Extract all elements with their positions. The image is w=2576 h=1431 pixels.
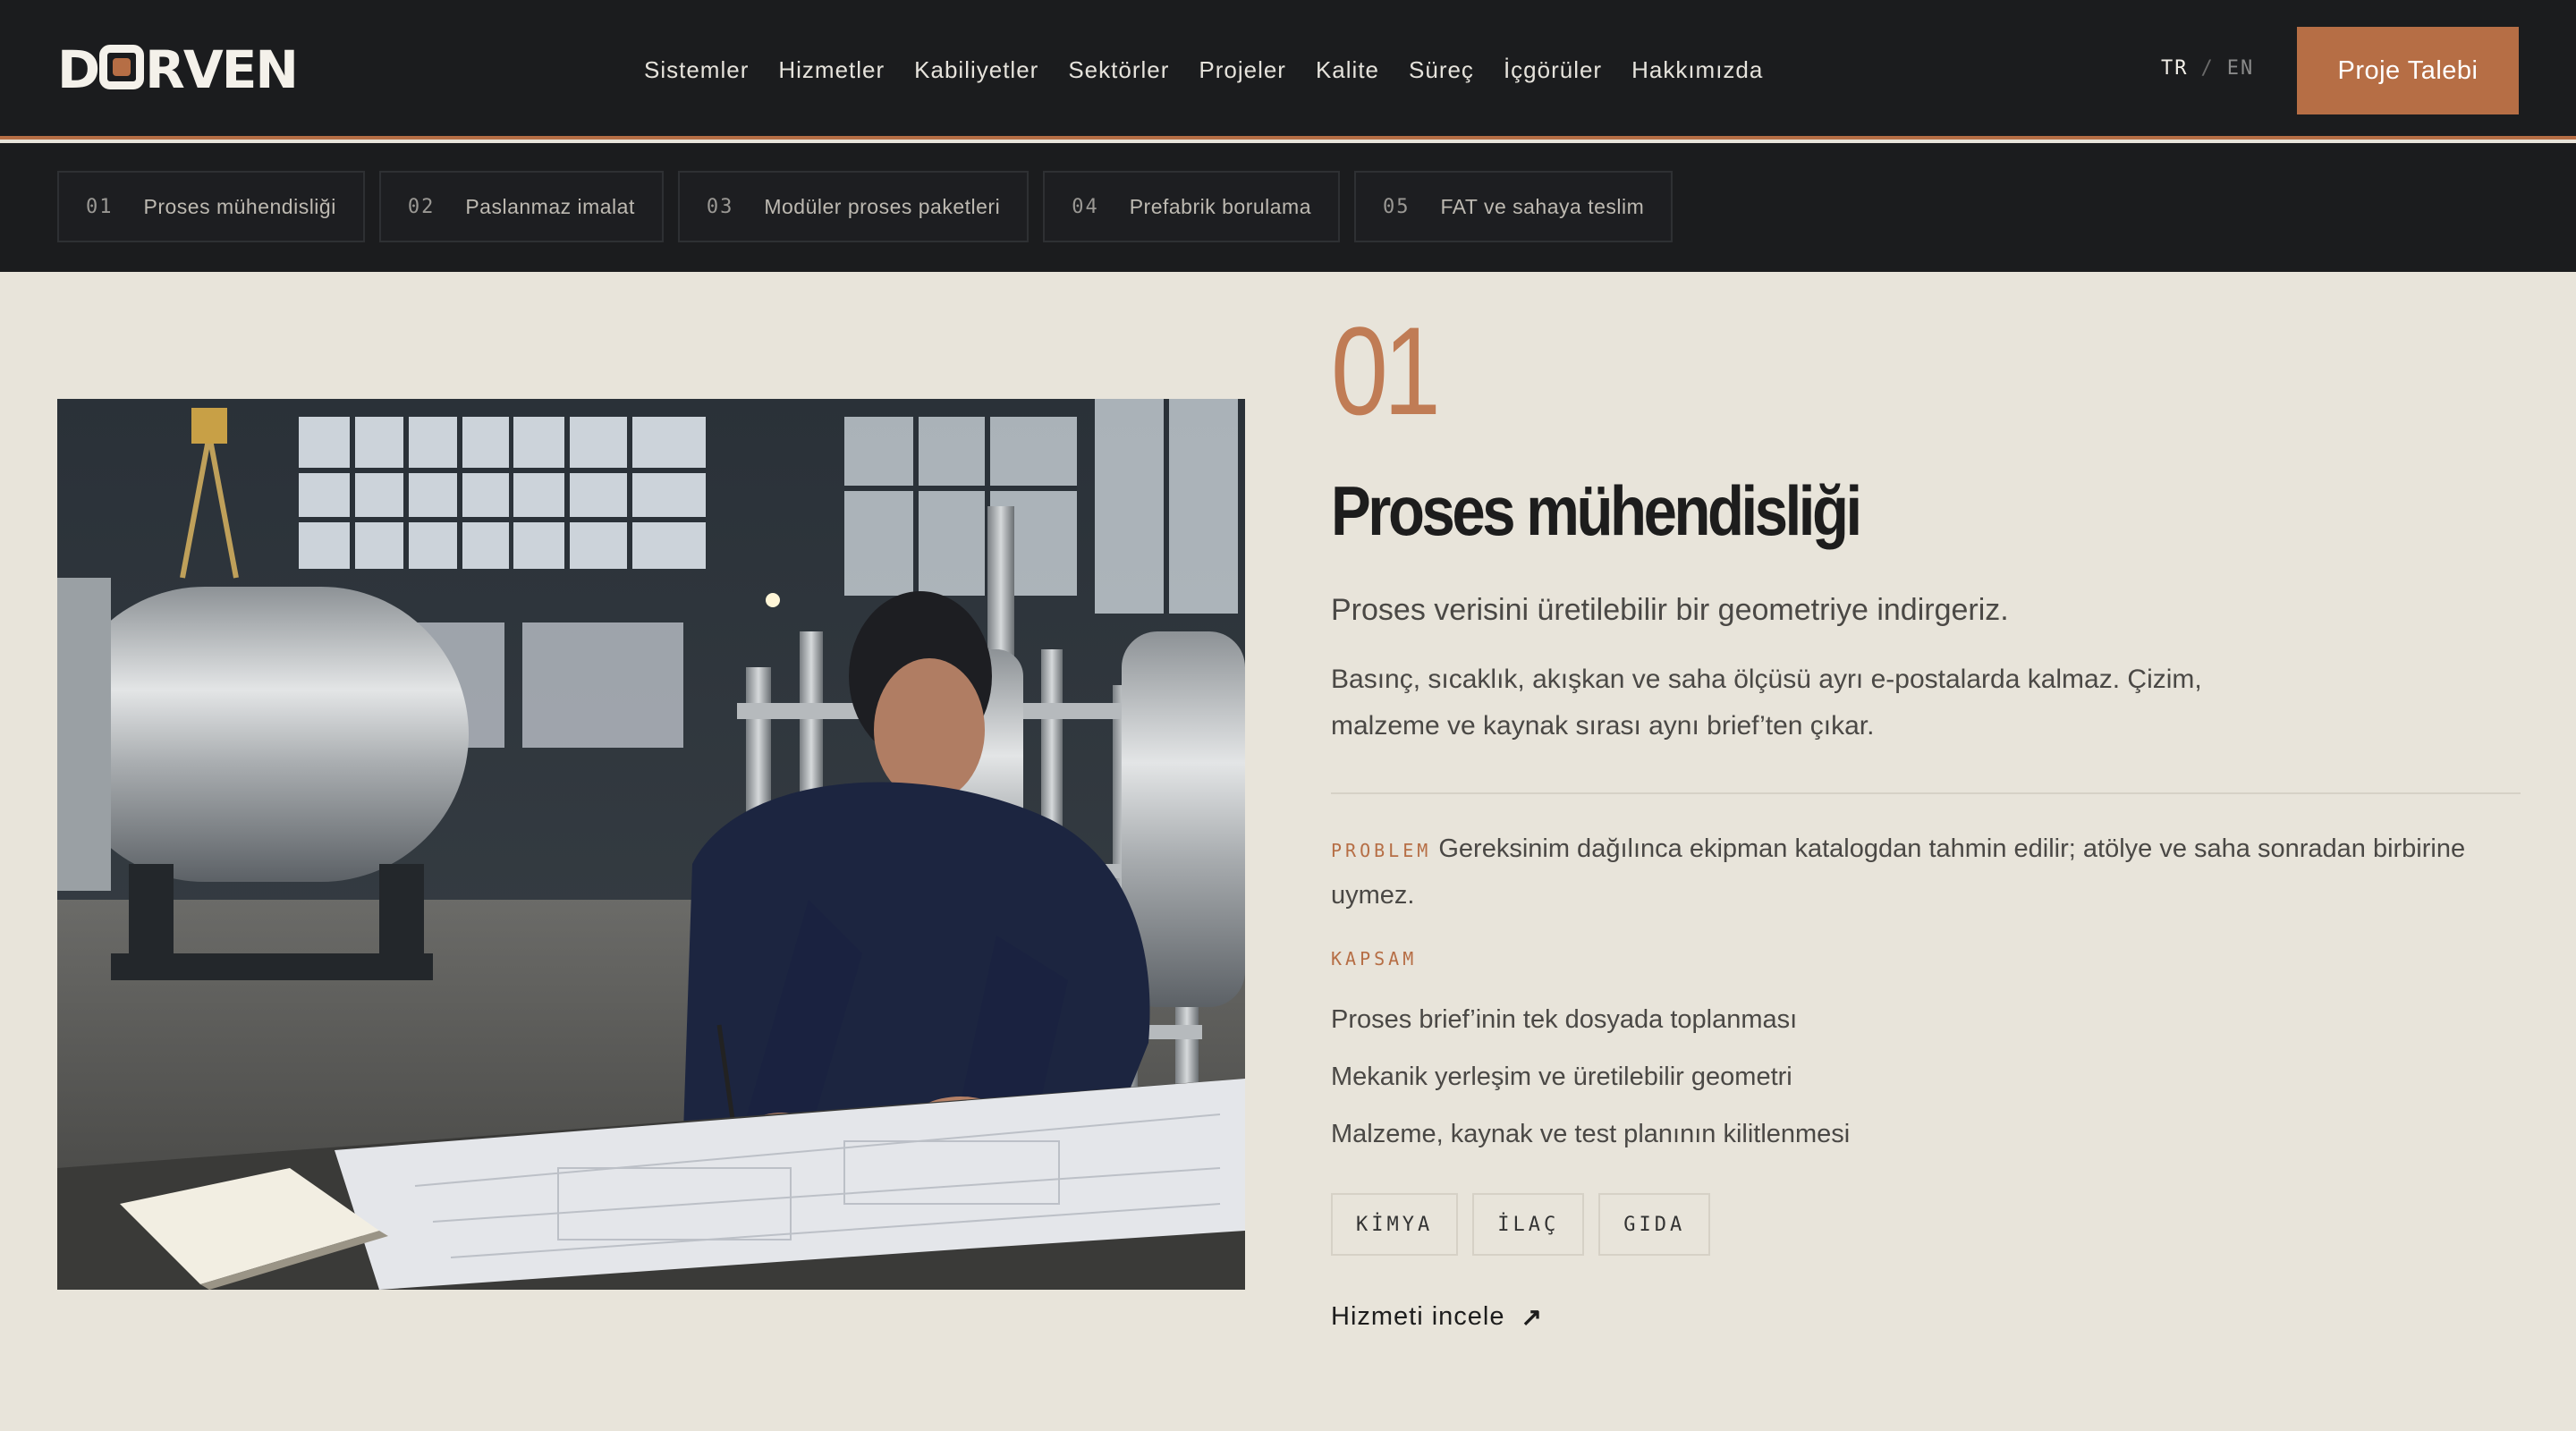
nav-item-sistemler[interactable]: Sistemler [644,54,749,86]
arrow-up-right-icon: ↗ [1521,1303,1543,1331]
main-nav: Sistemler Hizmetler Kabiliyetler Sektörl… [644,54,1763,86]
lang-tr[interactable]: TR [2161,57,2189,80]
tab-prefabrik-borulama[interactable]: 04 Prefabrik borulama [1043,171,1341,242]
service-tabs: 01 Proses mühendisliği 02 Paslanmaz imal… [57,171,1674,242]
nav-item-sektorler[interactable]: Sektörler [1068,54,1169,86]
tab-label: Proses mühendisliği [143,194,336,218]
tab-label: FAT ve sahaya teslim [1440,194,1645,218]
lang-separator: / [2200,57,2215,80]
sector-tag-kimya[interactable]: KİMYA [1331,1193,1459,1256]
language-switcher: TR / EN [2161,57,2254,80]
tab-number: 04 [1072,195,1099,218]
project-request-button[interactable]: Proje Talebi [2297,27,2519,114]
scope-item: Mekanik yerleşim ve üretilebilir geometr… [1331,1063,1792,1091]
service-title: Proses mühendisliği [1331,471,1862,550]
service-detail-link-label: Hizmeti incele [1331,1302,1505,1331]
lang-en[interactable]: EN [2227,57,2255,80]
sector-tags: KİMYA İLAÇ GIDA [1331,1193,2521,1256]
brand-logo[interactable]: D RVEN [57,43,299,97]
service-tabs-bar: 01 Proses mühendisliği 02 Paslanmaz imal… [0,143,2576,272]
service-number: 01 [1331,301,1441,441]
tab-number: 02 [407,195,436,218]
sector-tag-gida[interactable]: GIDA [1598,1193,1711,1256]
sector-tag-ilac[interactable]: İLAÇ [1472,1193,1585,1256]
scope-item: Proses brief’inin tek dosyada toplanması [1331,1005,1798,1034]
nav-item-hakkimizda[interactable]: Hakkımızda [1631,54,1763,86]
problem-label: PROBLEM [1331,840,1432,861]
tab-number: 01 [86,195,114,218]
problem-text: Gereksinim dağılınca ekipman katalogdan … [1331,834,2466,910]
engineer-workshop-photo [57,399,1245,1290]
nav-item-kabiliyetler[interactable]: Kabiliyetler [914,54,1038,86]
service-detail-link[interactable]: Hizmeti incele ↗ [1331,1302,2521,1332]
service-lead: Proses verisini üretilebilir bir geometr… [1331,593,2009,627]
nav-item-projeler[interactable]: Projeler [1199,54,1286,86]
tab-moduler-proses-paketleri[interactable]: 03 Modüler proses paketleri [677,171,1030,242]
tab-number: 03 [706,195,734,218]
scope-item: Malzeme, kaynak ve test planının kilitle… [1331,1120,1851,1148]
tab-number: 05 [1383,195,1411,218]
top-navigation-bar: D RVEN Sistemler Hizmetler Kabiliyetler S… [0,0,2576,140]
divider [1331,792,2521,794]
tab-fat-ve-sahaya-teslim[interactable]: 05 FAT ve sahaya teslim [1354,171,1674,242]
service-detail: 01 Proses mühendisliği Proses verisini ü… [1331,304,2521,1332]
scope-label: KAPSAM [1331,948,1418,970]
tab-label: Prefabrik borulama [1129,194,1312,218]
problem-statement: PROBLEM Gereksinim dağılınca ekipman kat… [1331,826,2521,918]
tab-proses-muhendisligi[interactable]: 01 Proses mühendisliği [57,171,365,242]
tab-paslanmaz-imalat[interactable]: 02 Paslanmaz imalat [378,171,664,242]
service-description: Basınç, sıcaklık, akışkan ve saha ölçüsü… [1331,665,2202,741]
logo-o-mark [99,45,145,89]
nav-item-hizmetler[interactable]: Hizmetler [778,54,885,86]
tab-label: Paslanmaz imalat [465,194,635,218]
nav-item-icgoruler[interactable]: İçgörüler [1504,54,1602,86]
scope-list: Proses brief’inin tek dosyada toplanması… [1331,991,2521,1163]
tab-label: Modüler proses paketleri [764,194,1001,218]
nav-item-surec[interactable]: Süreç [1409,54,1474,86]
nav-item-kalite[interactable]: Kalite [1316,54,1379,86]
